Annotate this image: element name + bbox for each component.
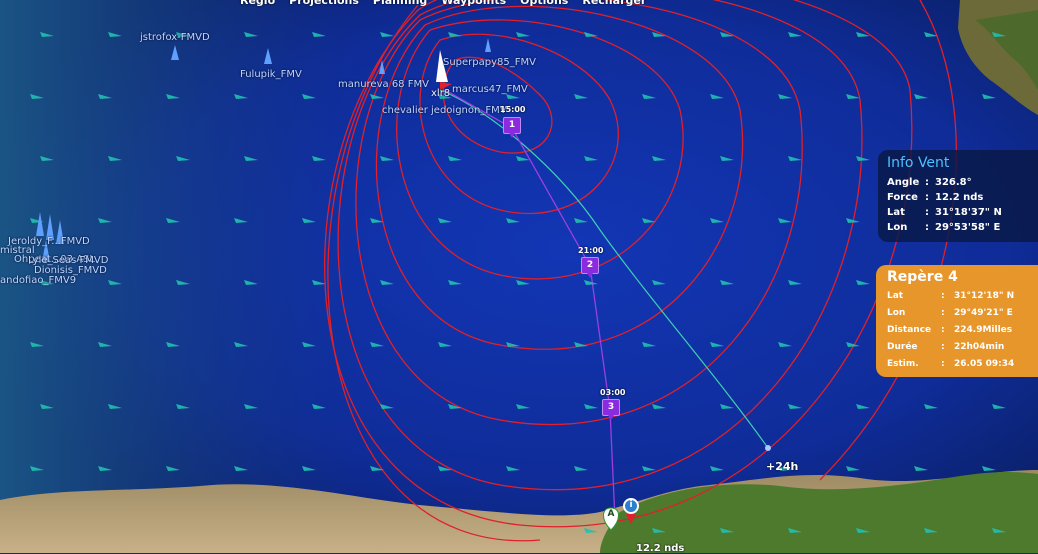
repere-key: Lat <box>887 291 904 301</box>
repere-value: 31°12'18" N <box>954 291 1015 301</box>
repere-title: Repère 4 <box>887 269 958 285</box>
boat-speed-label: 12.2 nds <box>636 543 685 554</box>
wind-info-row: Force: 12.2 nds <box>887 192 984 203</box>
repere-row: Lon: 29°49'21" E <box>887 308 1013 318</box>
wind-info-value: 31°18'37" N <box>935 207 1002 218</box>
info-icon: i <box>629 500 633 510</box>
wind-info-key: Lat <box>887 207 905 218</box>
waypoint-marker-1[interactable]: 1 <box>503 117 521 138</box>
wind-info-value: 326.8° <box>935 177 972 188</box>
repere-key: Estim. <box>887 359 919 369</box>
boat-label[interactable]: Fulupik_FMV <box>240 69 302 80</box>
repere-value: 224.9Milles <box>954 325 1013 335</box>
waypoint-marker-3[interactable]: 3 <box>602 399 620 420</box>
wind-info-key: Force <box>887 192 918 203</box>
menu-item-projections[interactable]: Projections <box>289 0 359 8</box>
boat-label[interactable]: chevalier jedoignon_FMV <box>382 105 507 116</box>
wind-info-row: Lon: 29°53'58" E <box>887 222 1001 233</box>
waypoint-time: 21:00 <box>578 246 604 255</box>
waypoint-time: 15:00 <box>500 105 526 114</box>
own-boat-label[interactable]: xlr8 <box>431 88 450 99</box>
menu-item-reglo[interactable]: Réglo <box>240 0 275 8</box>
waypoint-time: 03:00 <box>600 388 626 397</box>
menu-item-recharger[interactable]: Recharger <box>582 0 646 8</box>
forecast-24h-label: +24h <box>766 460 799 473</box>
wind-info-value: 12.2 nds <box>935 192 984 203</box>
boat-label[interactable]: andofiao_FMV9 <box>0 275 76 286</box>
menu-item-options[interactable]: Options <box>520 0 568 8</box>
wind-info-panel: Info Vent Angle: 326.8° Force: 12.2 nds … <box>878 150 1038 242</box>
repere-value: 22h04min <box>954 342 1005 352</box>
waypoint-marker-2[interactable]: 2 <box>581 257 599 278</box>
repere-key: Durée <box>887 342 918 352</box>
repere-row: Lat: 31°12'18" N <box>887 291 1015 301</box>
boat-label[interactable]: manureva 68 FMV <box>338 79 429 90</box>
boat-label[interactable]: Superpapy85_FMV <box>443 57 536 68</box>
wind-info-key: Lon <box>887 222 908 233</box>
boat-label[interactable]: jstrofox-FMVD <box>140 32 210 43</box>
wind-info-key: Angle <box>887 177 920 188</box>
repere-row: Durée: 22h04min <box>887 342 1005 352</box>
repere-panel: Repère 4 Lat: 31°12'18" N Lon: 29°49'21"… <box>876 265 1038 377</box>
repere-row: Distance: 224.9Milles <box>887 325 1013 335</box>
menu-item-waypoints[interactable]: Waypoints <box>441 0 506 8</box>
boat-label[interactable]: marcus47_FMV <box>452 84 528 95</box>
wind-info-row: Lat: 31°18'37" N <box>887 207 1002 218</box>
wind-info-title: Info Vent <box>887 155 950 171</box>
menu-item-planning[interactable]: Planning <box>373 0 427 8</box>
wind-info-row: Angle: 326.8° <box>887 177 972 188</box>
repere-row: Estim.: 26.05 09:34 <box>887 359 1015 369</box>
start-pin-letter: A <box>607 509 615 519</box>
repere-value: 26.05 09:34 <box>954 359 1015 369</box>
repere-value: 29°49'21" E <box>954 308 1013 318</box>
top-menu: Réglo Projections Planning Waypoints Opt… <box>240 0 646 8</box>
repere-key: Distance <box>887 325 932 335</box>
forecast-end-dot <box>765 445 771 451</box>
wind-info-value: 29°53'58" E <box>935 222 1001 233</box>
repere-key: Lon <box>887 308 906 318</box>
